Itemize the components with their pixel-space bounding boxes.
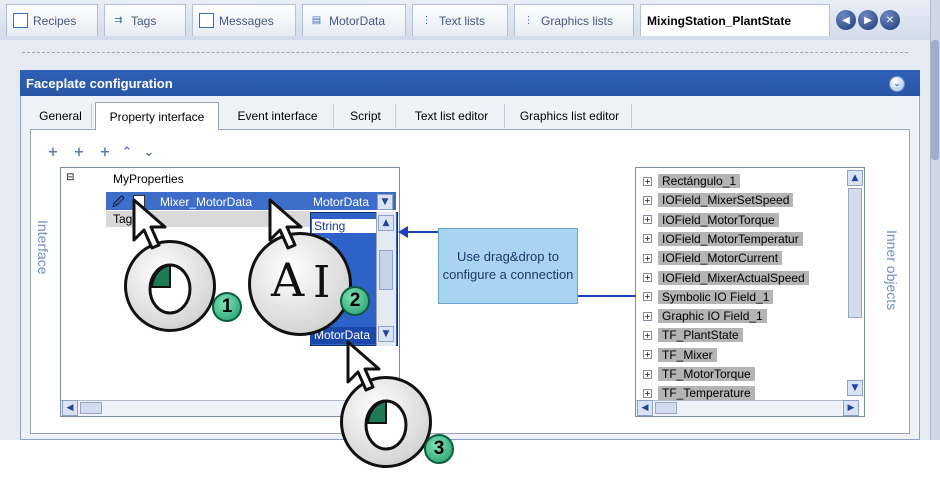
tab-graphics-lists[interactable]: ⋮ Graphics lists xyxy=(514,4,634,36)
messages-icon xyxy=(199,13,214,28)
tab-text-lists[interactable]: ⋮ Text lists xyxy=(412,4,508,36)
tab-property-interface[interactable]: Property interface xyxy=(95,102,219,130)
inner-object-item[interactable]: + IOField_MotorTemperatur xyxy=(643,231,803,247)
inner-object-label: IOField_MixerSetSpeed xyxy=(658,193,794,208)
add-property-icon[interactable]: + xyxy=(44,143,62,161)
inner-object-item[interactable]: + IOField_MotorTorque xyxy=(643,212,779,228)
add-group-icon[interactable]: + xyxy=(96,143,114,161)
interface-hscroll-thumb[interactable] xyxy=(80,402,102,414)
collapse-node-icon[interactable]: ⊟ xyxy=(66,172,74,183)
step-badge-1: 1 xyxy=(212,292,242,322)
connection-arrows xyxy=(398,226,636,297)
tab-tags[interactable]: ⇉ Tags xyxy=(104,4,186,36)
inner-objects-label: Inner objects xyxy=(884,230,900,311)
move-up-icon[interactable]: ⌃ xyxy=(118,143,136,161)
tab-motordata[interactable]: ▤ MotorData xyxy=(302,4,406,36)
expand-node-icon[interactable]: + xyxy=(643,330,652,340)
tags-icon: ⇉ xyxy=(114,15,123,26)
inner-object-label: IOField_MixerActualSpeed xyxy=(658,270,809,285)
inner-scroll-left-icon[interactable]: ◀ xyxy=(637,400,653,416)
interface-scroll-left-icon[interactable]: ◀ xyxy=(62,400,78,416)
inner-scroll-right-icon[interactable]: ▶ xyxy=(843,400,859,416)
tab-graphics-list-editor[interactable]: Graphics list editor xyxy=(508,104,632,128)
inner-object-item[interactable]: + IOField_MotorCurrent xyxy=(643,250,783,266)
tab-text-list-editor[interactable]: Text list editor xyxy=(399,104,505,128)
inner-object-item[interactable]: + Graphic IO Field_1 xyxy=(643,308,767,324)
add-subproperty-icon[interactable]: + xyxy=(70,143,88,161)
inner-object-label: Graphic IO Field_1 xyxy=(658,309,767,324)
scroll-right-icon[interactable]: ▶ xyxy=(858,10,878,30)
inner-hscroll-thumb[interactable] xyxy=(655,402,677,414)
arrowhead-left-icon xyxy=(398,226,408,238)
datatype-icon: ▤ xyxy=(311,15,322,26)
dropdown-option-string[interactable]: String xyxy=(312,219,376,233)
inner-object-label: IOField_MotorTorque xyxy=(658,212,779,227)
expand-node-icon[interactable]: + xyxy=(643,369,652,379)
textlist-icon: ⋮ xyxy=(421,15,432,26)
inner-object-label: TF_Mixer xyxy=(658,347,717,362)
tree-root-myproperties[interactable]: MyProperties xyxy=(113,172,184,186)
tab-script[interactable]: Script xyxy=(336,104,396,128)
scroll-left-icon[interactable]: ◀ xyxy=(836,10,856,30)
inner-object-label: TF_PlantState xyxy=(658,328,743,343)
tab-mixingstation-plantstate[interactable]: MixingStation_PlantState xyxy=(640,4,830,36)
inner-object-item[interactable]: + TF_MotorTorque xyxy=(643,366,755,382)
pointer-cursor-icon-3 xyxy=(346,340,381,392)
interface-label: Interface xyxy=(35,220,51,275)
recipes-icon xyxy=(13,13,28,28)
inner-object-item[interactable]: + Rectángulo_1 xyxy=(643,173,741,189)
inner-object-item[interactable]: + TF_Mixer xyxy=(643,347,717,363)
inner-object-item[interactable]: + TF_PlantState xyxy=(643,327,743,343)
inner-object-label: IOField_MotorCurrent xyxy=(658,251,783,266)
pointer-cursor-icon-2 xyxy=(268,198,303,250)
inner-object-label: TF_MotorTorque xyxy=(658,367,755,381)
move-down-icon[interactable]: ⌄ xyxy=(140,143,158,161)
expand-node-icon[interactable]: + xyxy=(643,195,652,205)
inner-object-item[interactable]: + IOField_MixerSetSpeed xyxy=(643,192,794,208)
inner-scroll-thumb[interactable] xyxy=(848,188,862,318)
inner-object-item[interactable]: + Symbolic IO Field_1 xyxy=(643,289,774,305)
tab-recipes[interactable]: Recipes xyxy=(6,4,98,36)
step-badge-3: 3 xyxy=(424,434,454,464)
grid-divider xyxy=(22,52,908,53)
step-badge-2: 2 xyxy=(340,286,370,316)
inner-object-label: Rectángulo_1 xyxy=(658,174,741,188)
pointer-cursor-icon-1 xyxy=(132,198,167,250)
panel-title: Faceplate configuration xyxy=(20,70,920,96)
tab-general[interactable]: General xyxy=(30,104,92,128)
expand-node-icon[interactable]: + xyxy=(643,176,652,186)
inner-scroll-down-icon[interactable]: ▼ xyxy=(847,380,863,396)
inner-object-label: IOField_MotorTemperatur xyxy=(658,231,803,246)
expand-node-icon[interactable]: + xyxy=(643,388,652,398)
editor-scroll-thumb[interactable] xyxy=(931,40,939,160)
editor-tab-bar: Recipes ⇉ Tags Messages ▤ MotorData ⋮ Te… xyxy=(0,0,940,40)
tab-messages[interactable]: Messages xyxy=(192,4,296,36)
tab-event-interface[interactable]: Event interface xyxy=(222,104,334,128)
property-type[interactable]: MotorData xyxy=(313,195,369,209)
inner-object-label: TF_Temperature xyxy=(658,386,755,401)
close-icon[interactable]: ✕ xyxy=(880,10,900,30)
type-dropdown-chevron-icon[interactable]: ▼ xyxy=(377,194,393,210)
inner-object-item[interactable]: + TF_Temperature xyxy=(643,385,755,401)
expand-node-icon[interactable]: + xyxy=(643,311,652,321)
inner-object-item[interactable]: + IOField_MixerActualSpeed xyxy=(643,270,809,286)
collapse-icon[interactable]: ⌄ xyxy=(889,76,905,92)
graphicslist-icon: ⋮ xyxy=(523,15,534,26)
expand-node-icon[interactable]: + xyxy=(643,350,652,360)
inner-object-label: Symbolic IO Field_1 xyxy=(658,289,774,304)
inner-scroll-up-icon[interactable]: ▲ xyxy=(847,170,863,186)
